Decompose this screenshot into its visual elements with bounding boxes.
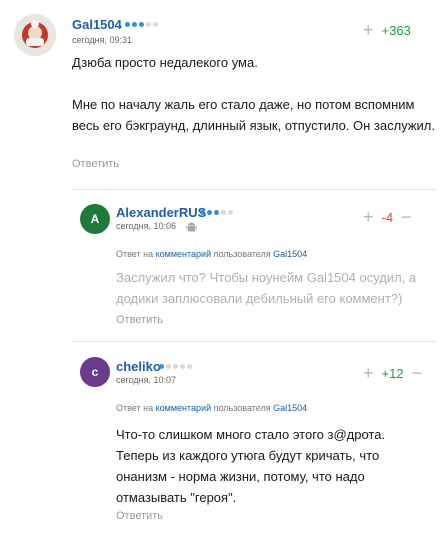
upvote-icon[interactable]: + — [363, 364, 374, 382]
reply-to-prefix: Ответ на — [116, 249, 154, 259]
rating-dot — [153, 21, 158, 27]
rating-dot — [139, 21, 144, 27]
downvote-icon[interactable]: − — [401, 208, 412, 226]
upvote-icon[interactable]: + — [363, 21, 374, 39]
username[interactable]: AlexanderRUS — [116, 205, 206, 220]
vote-controls: + +363 — [363, 21, 411, 39]
reply-to-comment-link[interactable]: комментарий — [156, 249, 211, 259]
avatar-letter: c — [91, 365, 99, 379]
reply-to-info: Ответ на комментарий пользователя Gal150… — [116, 249, 307, 259]
downvote-icon[interactable]: − — [412, 364, 423, 382]
comment-item: A AlexanderRUS сегодня, 10:06 + -4 − Отв… — [0, 190, 445, 340]
rating-dot — [125, 21, 130, 27]
reply-button[interactable]: Ответить — [116, 314, 163, 326]
avatar[interactable]: c — [80, 357, 110, 387]
rating-dot — [173, 363, 178, 369]
rating-dot — [132, 21, 137, 27]
user-rating-dots — [200, 207, 233, 217]
user-rating-dots — [159, 361, 192, 371]
comment-date: сегодня, 10:06 — [116, 221, 177, 231]
upvote-icon[interactable]: + — [363, 208, 374, 226]
reply-to-user-link[interactable]: Gal1504 — [273, 403, 307, 413]
avatar[interactable]: A — [80, 204, 110, 234]
comment-date: сегодня, 09:31 — [72, 35, 133, 45]
comment-text: Что-то слишком много стало этого з@дрота… — [116, 427, 386, 505]
comment-date: сегодня, 10:07 — [116, 375, 177, 385]
rating-dot — [228, 209, 233, 215]
rating-dot — [159, 363, 164, 369]
vote-controls: + +12 − — [363, 364, 422, 382]
comment-paragraph: Дзюба просто недалекого ума. — [72, 55, 258, 70]
rating-dot — [180, 363, 185, 369]
reply-button[interactable]: Ответить — [116, 510, 163, 522]
vote-controls: + -4 − — [363, 208, 412, 226]
reply-to-user-link[interactable]: Gal1504 — [273, 249, 307, 259]
avatar[interactable] — [14, 14, 56, 56]
reply-to-middle: пользователя — [213, 403, 271, 413]
comment-item: c cheliko сегодня, 10:07 + +12 − Ответ н… — [0, 342, 445, 547]
comment-text: Заслужил что? Чтобы ноунейм Gal1504 осуд… — [116, 270, 417, 306]
android-icon — [186, 220, 197, 238]
comment-item: Gal1504 сегодня, 09:31 + +363 Дзюба прос… — [0, 0, 445, 190]
rating-dot — [187, 363, 192, 369]
rating-dot — [214, 209, 219, 215]
reply-to-prefix: Ответ на — [116, 403, 154, 413]
reply-to-info: Ответ на комментарий пользователя Gal150… — [116, 403, 307, 413]
rating-dot — [166, 363, 171, 369]
rating-dot — [207, 209, 212, 215]
rating-dot — [200, 209, 205, 215]
reply-to-middle: пользователя — [213, 249, 271, 259]
comment-paragraph: Мне по началу жаль его стало даже, но по… — [72, 97, 436, 133]
username[interactable]: Gal1504 — [72, 17, 122, 32]
rating-dot — [221, 209, 226, 215]
reply-to-comment-link[interactable]: комментарий — [156, 403, 211, 413]
reply-button[interactable]: Ответить — [72, 158, 119, 170]
comment-score: +363 — [381, 22, 411, 38]
user-rating-dots — [125, 19, 158, 29]
avatar-letter: A — [90, 212, 100, 226]
comment-score: +12 — [381, 365, 404, 381]
comment-text: Дзюба просто недалекого ума. Мне по нача… — [72, 52, 437, 136]
comment-score: -4 — [381, 209, 394, 225]
username[interactable]: cheliko — [116, 359, 161, 374]
rating-dot — [146, 21, 151, 27]
